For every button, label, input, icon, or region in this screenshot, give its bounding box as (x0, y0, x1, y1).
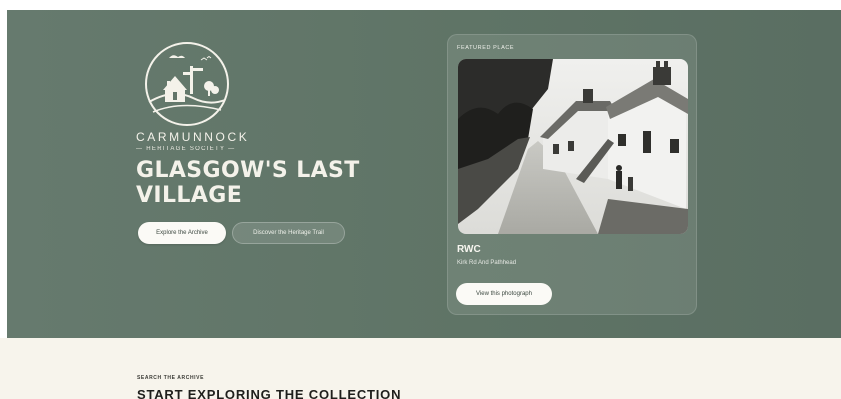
page: CARMUNNOCK — HERITAGE SOCIETY — GLASGOW'… (0, 0, 841, 399)
featured-location: Kirk Rd And Pathhead (457, 260, 517, 266)
search-eyebrow: SEARCH THE ARCHIVE (137, 375, 205, 381)
explore-archive-button[interactable]: Explore the Archive (138, 222, 226, 244)
hero-section (7, 10, 841, 338)
featured-photo[interactable] (458, 59, 688, 234)
view-photograph-button[interactable]: View this photograph (456, 283, 552, 305)
brand-subtitle: — HERITAGE SOCIETY — (136, 146, 236, 152)
village-logo-icon[interactable] (143, 40, 231, 128)
brand-name: CARMUNNOCK (136, 130, 250, 144)
featured-place-card: FEATURED PLACE RWC Kirk Rd And Pathhead … (447, 34, 697, 315)
featured-label: FEATURED PLACE (457, 45, 515, 51)
brand-block: CARMUNNOCK — HERITAGE SOCIETY — (136, 130, 249, 152)
search-heading: START EXPLORING THE COLLECTION (137, 387, 402, 399)
hero-headline: GLASGOW'S LAST VILLAGE (136, 158, 360, 208)
featured-title: RWC (457, 244, 481, 255)
heritage-trail-button[interactable]: Discover the Heritage Trail (232, 222, 345, 244)
search-section: SEARCH THE ARCHIVE START EXPLORING THE C… (0, 338, 841, 399)
